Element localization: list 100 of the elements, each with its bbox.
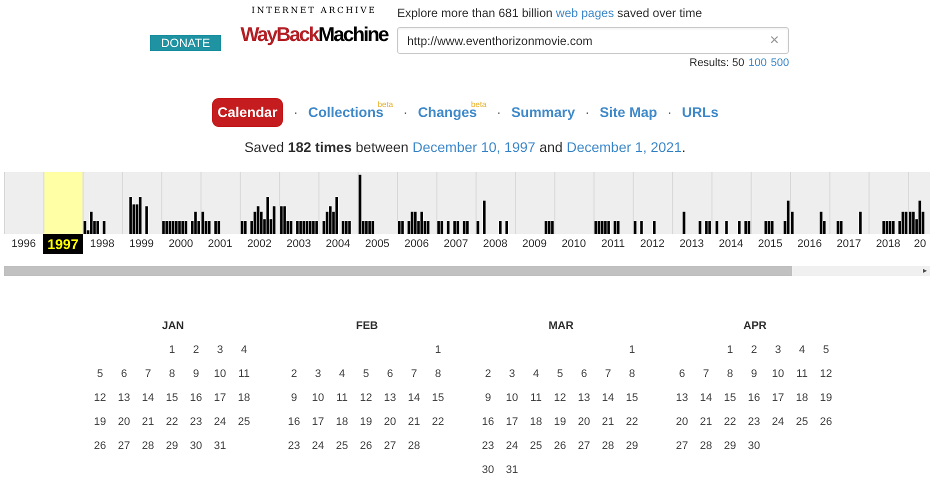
calendar-day[interactable]: 31 <box>506 462 518 478</box>
calendar-day[interactable]: 10 <box>506 390 518 406</box>
calendar-day[interactable]: 5 <box>96 366 104 382</box>
calendar-day[interactable]: 30 <box>482 462 494 478</box>
calendar-day[interactable]: 4 <box>798 342 806 358</box>
calendar-day[interactable]: 13 <box>578 390 590 406</box>
calendar-day[interactable]: 20 <box>384 414 396 430</box>
calendar-day[interactable]: 27 <box>578 438 590 454</box>
calendar-day[interactable]: 9 <box>750 366 758 382</box>
calendar-day[interactable]: 15 <box>626 390 638 406</box>
calendar-day[interactable]: 16 <box>288 414 300 430</box>
calendar-day[interactable]: 21 <box>602 414 614 430</box>
calendar-day[interactable]: 14 <box>700 390 712 406</box>
nav-tab[interactable]: Calendar <box>212 98 284 126</box>
results-link[interactable]: 500 <box>770 57 790 70</box>
calendar-day[interactable]: 21 <box>142 414 154 430</box>
year-tab[interactable]: 2011 <box>593 234 633 254</box>
calendar-day[interactable]: 9 <box>192 366 200 382</box>
calendar-day[interactable]: 7 <box>410 366 418 382</box>
calendar-day[interactable]: 1 <box>434 342 442 358</box>
calendar-day[interactable]: 25 <box>530 438 542 454</box>
calendar-day[interactable]: 19 <box>820 390 832 406</box>
year-tab[interactable]: 2012 <box>632 234 672 254</box>
calendar-day[interactable]: 27 <box>118 438 130 454</box>
calendar-day[interactable]: 29 <box>724 438 736 454</box>
calendar-day[interactable]: 26 <box>820 414 832 430</box>
calendar-day[interactable]: 17 <box>772 390 784 406</box>
calendar-day[interactable]: 28 <box>602 438 614 454</box>
calendar-day[interactable]: 8 <box>168 366 176 382</box>
calendar-day[interactable]: 15 <box>724 390 736 406</box>
calendar-day[interactable]: 20 <box>578 414 590 430</box>
calendar-day[interactable]: 21 <box>408 414 420 430</box>
calendar-day[interactable]: 11 <box>530 390 542 406</box>
calendar-day[interactable]: 30 <box>190 438 202 454</box>
calendar-day[interactable]: 2 <box>484 366 492 382</box>
calendar-day[interactable]: 25 <box>336 438 348 454</box>
calendar-day[interactable]: 24 <box>214 414 226 430</box>
calendar-day[interactable]: 26 <box>94 438 106 454</box>
results-link[interactable]: 100 <box>748 57 767 70</box>
calendar-day[interactable]: 15 <box>166 390 178 406</box>
calendar-day[interactable]: 15 <box>432 390 444 406</box>
calendar-day[interactable]: 3 <box>508 366 516 382</box>
calendar-day[interactable]: 22 <box>432 414 444 430</box>
year-tab[interactable]: 2016 <box>790 234 830 254</box>
calendar-day[interactable]: 26 <box>360 438 372 454</box>
year-tab[interactable]: 2017 <box>829 234 869 254</box>
calendar-day[interactable]: 20 <box>118 414 130 430</box>
calendar-day[interactable]: 1 <box>628 342 636 358</box>
nav-tab[interactable]: Summary <box>511 102 575 122</box>
calendar-day[interactable]: 24 <box>506 438 518 454</box>
calendar-day[interactable]: 3 <box>314 366 322 382</box>
year-tab[interactable]: 1997 <box>43 234 83 254</box>
calendar-day[interactable]: 5 <box>822 342 830 358</box>
calendar-day[interactable]: 14 <box>142 390 154 406</box>
calendar-day[interactable]: 17 <box>506 414 518 430</box>
calendar-day[interactable]: 18 <box>238 390 250 406</box>
calendar-day[interactable]: 21 <box>700 414 712 430</box>
calendar-day[interactable]: 9 <box>290 390 298 406</box>
calendar-day[interactable]: 28 <box>700 438 712 454</box>
calendar-day[interactable]: 23 <box>748 414 760 430</box>
calendar-day[interactable]: 23 <box>190 414 202 430</box>
calendar-day[interactable]: 22 <box>166 414 178 430</box>
calendar-day[interactable]: 3 <box>216 342 224 358</box>
year-tab[interactable]: 20 <box>908 234 926 254</box>
calendar-day[interactable]: 23 <box>482 438 494 454</box>
year-tab[interactable]: 2007 <box>436 234 476 254</box>
calendar-day[interactable]: 18 <box>336 414 348 430</box>
calendar-day[interactable]: 6 <box>120 366 128 382</box>
calendar-day[interactable]: 14 <box>408 390 420 406</box>
calendar-day[interactable]: 26 <box>554 438 566 454</box>
calendar-day[interactable]: 27 <box>676 438 688 454</box>
nav-tab[interactable]: Site Map <box>600 102 658 122</box>
year-tab[interactable]: 2002 <box>240 234 280 254</box>
calendar-day[interactable]: 8 <box>434 366 442 382</box>
calendar-day[interactable]: 11 <box>796 366 808 382</box>
calendar-day[interactable]: 25 <box>796 414 808 430</box>
web-pages-link[interactable]: web pages <box>556 6 614 20</box>
year-tab[interactable]: 2013 <box>672 234 712 254</box>
year-tab[interactable]: 2014 <box>711 234 751 254</box>
calendar-day[interactable]: 25 <box>238 414 250 430</box>
calendar-day[interactable]: 19 <box>554 414 566 430</box>
calendar-day[interactable]: 19 <box>94 414 106 430</box>
calendar-day[interactable]: 12 <box>360 390 372 406</box>
year-tab[interactable]: 1996 <box>4 234 44 254</box>
calendar-day[interactable]: 1 <box>726 342 734 358</box>
calendar-day[interactable]: 4 <box>240 342 248 358</box>
calendar-day[interactable]: 11 <box>238 366 250 382</box>
calendar-day[interactable]: 7 <box>144 366 152 382</box>
year-tab[interactable]: 2003 <box>279 234 318 254</box>
calendar-day[interactable]: 4 <box>338 366 346 382</box>
calendar-day[interactable]: 13 <box>384 390 396 406</box>
year-tab[interactable]: 2001 <box>200 234 240 254</box>
year-tab[interactable]: 2008 <box>476 234 515 254</box>
year-tab[interactable]: 1998 <box>82 234 122 254</box>
calendar-day[interactable]: 28 <box>408 438 420 454</box>
last-capture-link[interactable]: December 1, 2021 <box>566 139 682 155</box>
calendar-day[interactable]: 24 <box>312 438 324 454</box>
calendar-day[interactable]: 29 <box>166 438 178 454</box>
donate-button[interactable]: DONATE <box>150 35 222 51</box>
capture-histogram-drawing[interactable] <box>4 172 930 234</box>
